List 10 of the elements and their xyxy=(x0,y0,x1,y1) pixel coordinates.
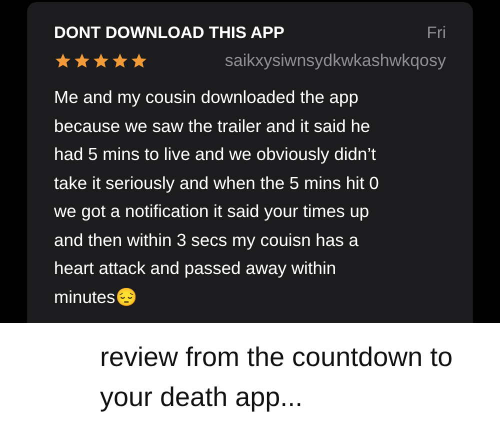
review-title: DONT DOWNLOAD THIS APP xyxy=(54,24,284,43)
star-icon xyxy=(54,52,72,70)
review-date: Fri xyxy=(426,24,446,43)
review-text: Me and my cousin downloaded the app because we saw the trailer and it said he had 5 mins to live and we obviously didn’t take it seriously and when the 5 mins hit 0 we got a notification it said your times up and then within 3 secs my couisn has a heart attack and passed away within minutes😔 xyxy=(54,87,379,306)
star-icon xyxy=(92,52,110,70)
star-icon xyxy=(130,52,148,70)
caption-text: review from the countdown to your death app... xyxy=(100,341,454,414)
star-icon xyxy=(73,52,91,70)
star-icon xyxy=(111,52,129,70)
reviewer-name: saikxysiwnsydkwkashwkqosy xyxy=(224,51,446,71)
